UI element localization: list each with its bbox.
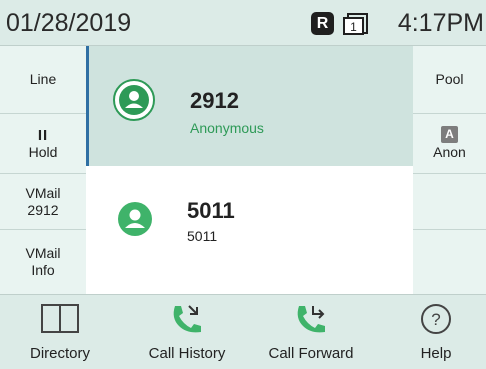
line-number: 5011 [187,198,235,223]
empty-key-4[interactable] [413,230,486,294]
user-avatar-icon [118,202,152,236]
help-button[interactable]: ? Help [386,295,486,369]
bottom-softkey-bar: Directory Call History Call Forward ? He… [0,294,486,369]
user-icon [125,209,145,228]
call-forward-label: Call Forward [268,345,354,362]
line-key[interactable]: Line [0,46,86,114]
book-icon [41,304,79,333]
pool-key-label: Pool [435,71,464,87]
directory-label: Directory [29,345,90,362]
anon-icon: A [441,126,458,143]
call-history-button[interactable]: Call History [128,295,246,369]
line-row-5011[interactable]: 5011 5011 [86,166,413,294]
hold-key[interactable]: II Hold [0,114,86,174]
right-softkey-panel: Pool A Anon [413,46,486,294]
user-avatar-icon [113,79,155,121]
left-softkey-panel: Line II Hold VMail 2912 VMail Info [0,46,86,294]
pool-key[interactable]: Pool [413,46,486,114]
call-history-icon [173,305,201,333]
time-display: 4:17PM [397,9,484,37]
hold-icon: II [37,126,49,144]
user-icon [125,91,143,108]
hold-key-label: Hold [28,143,58,160]
caller-name: Anonymous [190,120,264,136]
call-history-label: Call History [148,345,226,362]
line-list: 2912 Anonymous 5011 5011 [86,46,413,294]
directory-button[interactable]: Directory [0,295,120,369]
empty-key-3[interactable] [413,174,486,230]
vmail-2912-label-2: 2912 [27,201,59,218]
r-badge-icon: R [311,12,334,35]
line-key-label: Line [29,71,57,87]
line-row-2912[interactable]: 2912 Anonymous [86,46,413,166]
call-forward-icon [297,306,325,333]
anon-key-label: Anon [433,144,466,160]
vmail-info-label-2: Info [31,262,55,278]
svg-text:?: ? [431,310,440,329]
status-bar: 01/28/2019 R 1 4:17PM [0,0,486,46]
line-label: 5011 [187,228,218,244]
line-indicator-icon: 1 [343,13,368,35]
date-display: 01/28/2019 [6,9,132,37]
anon-key[interactable]: A Anon [413,114,486,174]
vmail-info-key[interactable]: VMail Info [0,230,86,294]
call-forward-button[interactable]: Call Forward [249,295,373,369]
phone-screen: 01/28/2019 R 1 4:17PM Line II Hold VMail… [0,0,486,369]
vmail-2912-key[interactable]: VMail 2912 [0,174,86,230]
vmail-info-label-1: VMail [25,245,61,261]
help-label: Help [420,345,452,362]
help-icon: ? [421,304,451,334]
line-number: 2912 [190,88,239,113]
line-indicator-number: 1 [350,20,357,34]
vmail-2912-label-1: VMail [25,184,61,201]
